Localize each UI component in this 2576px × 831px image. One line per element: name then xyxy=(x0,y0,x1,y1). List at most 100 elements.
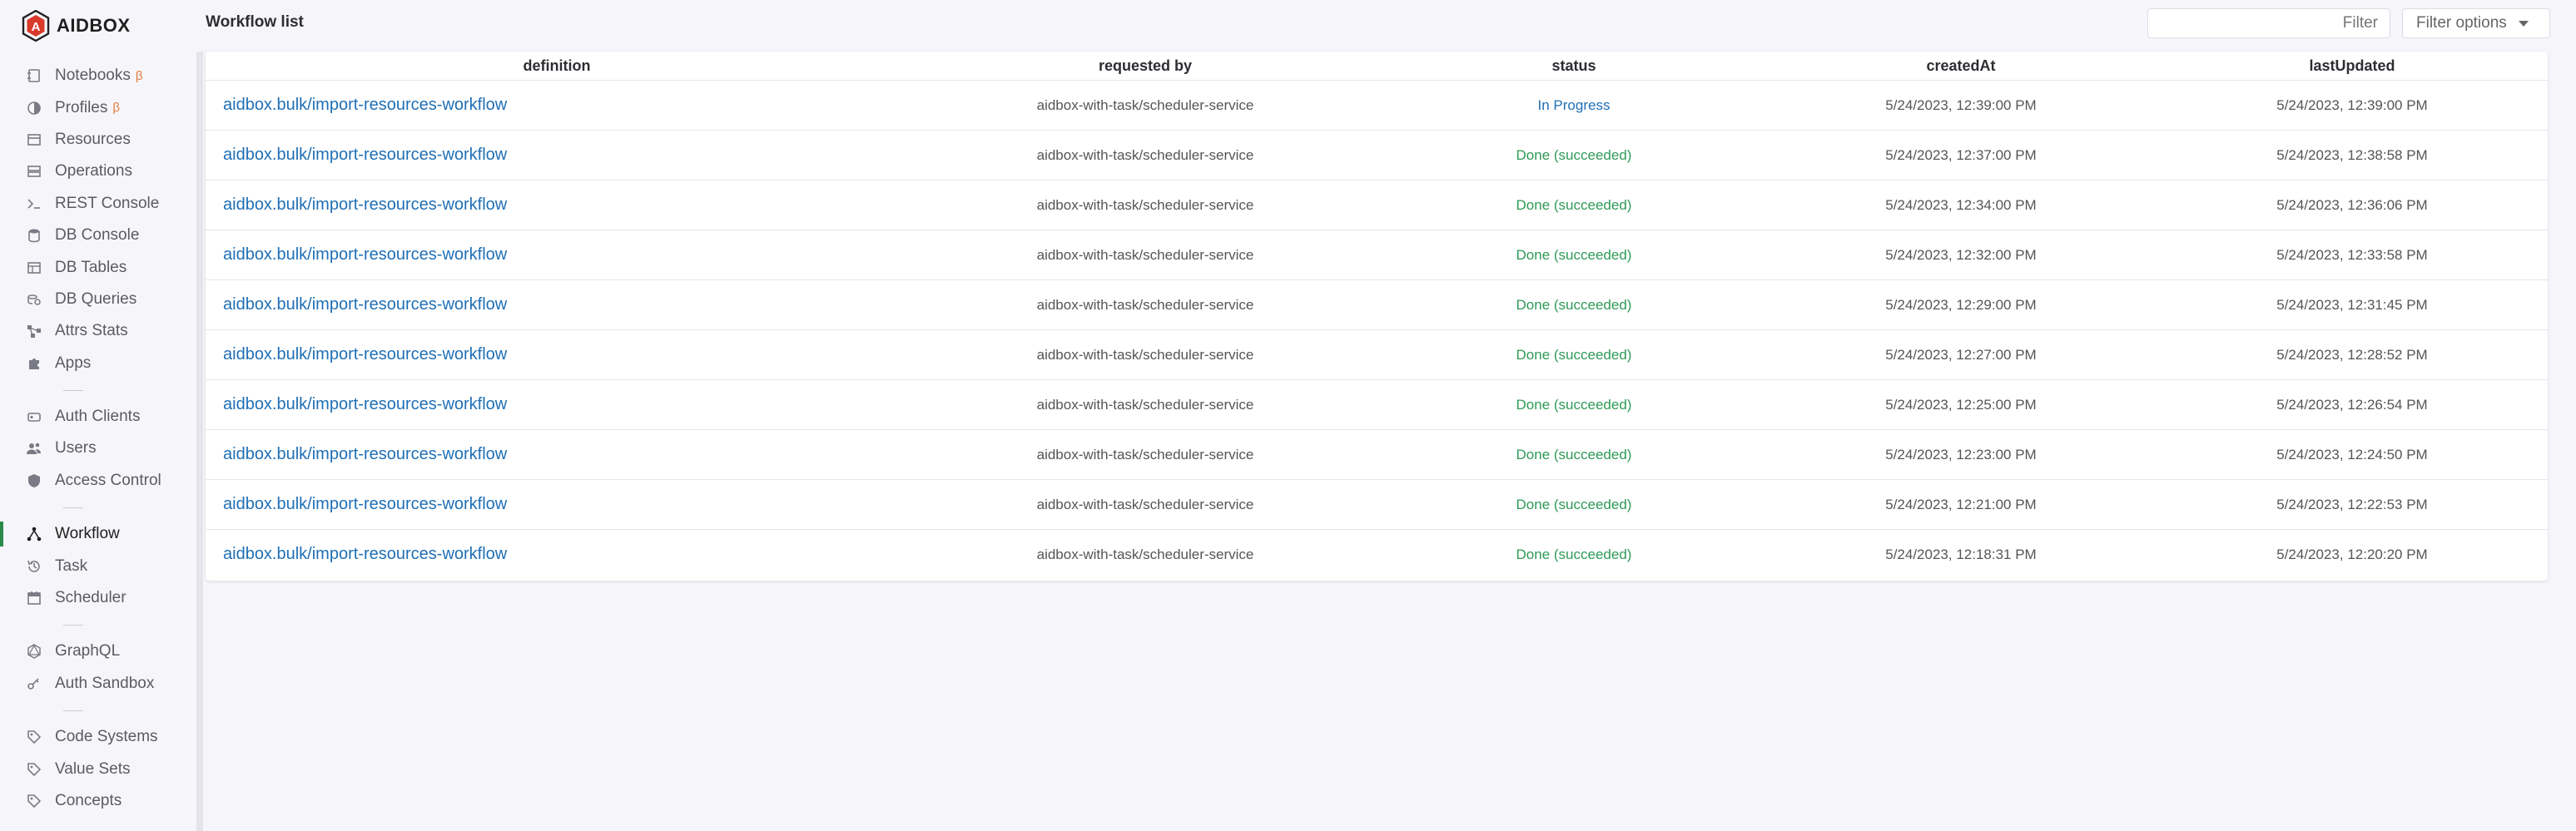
sidebar-item-profiles[interactable]: Profiles β xyxy=(0,92,196,123)
requested-by-cell: aidbox-with-task/scheduler-service xyxy=(908,479,1382,530)
definition-cell: aidbox.bulk/import-resources-workflow xyxy=(206,130,908,181)
notebooks-icon xyxy=(25,67,43,85)
last-updated-cell: 5/24/2023, 12:28:52 PM xyxy=(2157,329,2548,380)
created-at-cell: 5/24/2023, 12:34:00 PM xyxy=(1765,180,2157,230)
table-row[interactable]: aidbox.bulk/import-resources-workflow aid… xyxy=(206,530,2548,580)
column-header-created-at[interactable]: createdAt xyxy=(1765,52,2157,81)
sidebar-item-db-queries[interactable]: DB Queries xyxy=(0,284,196,315)
sidebar-item-code-systems[interactable]: Code Systems xyxy=(0,721,196,753)
workflow-definition-link[interactable]: aidbox.bulk/import-resources-workflow xyxy=(223,195,507,214)
sidebar-item-label: Workflow xyxy=(55,525,120,543)
requested-by-cell: aidbox-with-task/scheduler-service xyxy=(908,429,1382,480)
workflow-definition-link[interactable]: aidbox.bulk/import-resources-workflow xyxy=(223,245,507,264)
operations-icon xyxy=(25,162,43,181)
workflow-definition-link[interactable]: aidbox.bulk/import-resources-workflow xyxy=(223,445,507,463)
sidebar-item-scheduler[interactable]: Scheduler xyxy=(0,582,196,614)
sidebar-item-resources[interactable]: Resources xyxy=(0,124,196,156)
definition-cell: aidbox.bulk/import-resources-workflow xyxy=(206,329,908,380)
last-updated-cell: 5/24/2023, 12:31:45 PM xyxy=(2157,279,2548,330)
tag-icon xyxy=(25,792,43,810)
sidebar-nav: Notebooks β Profiles β Resources Operations RE… xyxy=(0,60,196,817)
requested-by-cell: aidbox-with-task/scheduler-service xyxy=(908,180,1382,230)
workflow-definition-link[interactable]: aidbox.bulk/import-resources-workflow xyxy=(223,395,507,413)
users-icon xyxy=(25,439,43,458)
sidebar-item-value-sets[interactable]: Value Sets xyxy=(0,753,196,784)
workflow-definition-link[interactable]: aidbox.bulk/import-resources-workflow xyxy=(223,495,507,513)
terminal-icon xyxy=(25,195,43,213)
sidebar-item-attrs-stats[interactable]: Attrs Stats xyxy=(0,315,196,347)
sidebar-item-db-console[interactable]: DB Console xyxy=(0,220,196,251)
status-cell: Done (succeeded) xyxy=(1382,180,1765,230)
sidebar-item-access-control[interactable]: Access Control xyxy=(0,465,196,497)
workflow-definition-link[interactable]: aidbox.bulk/import-resources-workflow xyxy=(223,295,507,314)
sidebar-item-label: Scheduler xyxy=(55,589,127,607)
status-cell: Done (succeeded) xyxy=(1382,530,1765,580)
requested-by-cell: aidbox-with-task/scheduler-service xyxy=(1036,546,1254,562)
sidebar-item-users[interactable]: Users xyxy=(0,433,196,464)
sidebar-item-auth-clients[interactable]: Auth Clients xyxy=(0,401,196,433)
sidebar-item-task[interactable]: Task xyxy=(0,550,196,581)
created-at-cell: 5/24/2023, 12:23:00 PM xyxy=(1765,429,2157,480)
table-row[interactable]: aidbox.bulk/import-resources-workflow aid… xyxy=(206,329,2548,380)
sidebar-item-auth-sandbox[interactable]: Auth Sandbox xyxy=(0,668,196,700)
puzzle-icon xyxy=(25,354,43,373)
table-row[interactable]: aidbox.bulk/import-resources-workflow aid… xyxy=(206,479,2548,530)
table-header-row: definition requested by status createdAt… xyxy=(206,52,2548,81)
workflow-definition-link[interactable]: aidbox.bulk/import-resources-workflow xyxy=(223,345,507,364)
sidebar-item-label: Concepts xyxy=(55,792,122,809)
column-header-last-updated[interactable]: lastUpdated xyxy=(2157,52,2548,81)
sidebar-item-workflow[interactable]: Workflow xyxy=(0,518,196,550)
column-header-definition[interactable]: definition xyxy=(206,52,908,81)
last-updated-cell: 5/24/2023, 12:39:00 PM xyxy=(2157,80,2548,131)
svg-text:A: A xyxy=(32,20,41,34)
history-icon xyxy=(25,557,43,576)
app-name: AIDBOX xyxy=(57,15,131,36)
table-row[interactable]: aidbox.bulk/import-resources-workflow aid… xyxy=(206,180,2548,230)
requested-by-cell: aidbox-with-task/scheduler-service xyxy=(908,130,1382,181)
status-cell: Done (succeeded) xyxy=(1382,479,1765,530)
sidebar-item-label: Apps xyxy=(55,354,92,372)
created-at-cell: 5/24/2023, 12:37:00 PM xyxy=(1765,130,2157,181)
aidbox-logo[interactable]: A AIDBOX xyxy=(22,8,131,43)
table-row[interactable]: aidbox.bulk/import-resources-workflow aid… xyxy=(206,379,2548,430)
status-cell: Done (succeeded) xyxy=(1382,429,1765,480)
workflow-icon xyxy=(25,525,43,543)
sidebar-item-graphql[interactable]: GraphQL xyxy=(0,636,196,667)
sidebar-item-db-tables[interactable]: DB Tables xyxy=(0,251,196,283)
workflow-definition-link[interactable]: aidbox.bulk/import-resources-workflow xyxy=(223,545,507,563)
requested-by-cell: aidbox-with-task/scheduler-service xyxy=(908,80,1382,131)
workflow-definition-link[interactable]: aidbox.bulk/import-resources-workflow xyxy=(223,96,507,114)
status-badge: In Progress xyxy=(1537,96,1611,113)
sidebar-scrollbar[interactable] xyxy=(196,52,203,831)
stats-icon xyxy=(25,322,43,340)
column-header-status[interactable]: status xyxy=(1382,52,1765,81)
filter-input[interactable] xyxy=(2147,8,2390,38)
clients-icon xyxy=(25,408,43,426)
table-row[interactable]: aidbox.bulk/import-resources-workflow aid… xyxy=(206,429,2548,480)
sidebar-item-label: Access Control xyxy=(55,471,161,489)
definition-cell: aidbox.bulk/import-resources-workflow xyxy=(206,379,908,430)
definition-cell: aidbox.bulk/import-resources-workflow xyxy=(206,180,908,230)
status-cell: Done (succeeded) xyxy=(1382,379,1765,430)
definition-cell: aidbox.bulk/import-resources-workflow xyxy=(206,479,908,530)
sidebar-separator xyxy=(0,700,196,721)
filter-options-dropdown[interactable]: Filter options xyxy=(2402,8,2550,38)
table-row[interactable]: aidbox.bulk/import-resources-workflow aid… xyxy=(206,279,2548,330)
status-badge: Done (succeeded) xyxy=(1516,146,1632,163)
sidebar-item-operations[interactable]: Operations xyxy=(0,156,196,187)
tag-icon xyxy=(25,728,43,746)
sidebar-item-rest-console[interactable]: REST Console xyxy=(0,188,196,220)
sidebar-item-apps[interactable]: Apps xyxy=(0,348,196,379)
sidebar-separator xyxy=(0,379,196,401)
queries-icon xyxy=(25,290,43,309)
workflow-definition-link[interactable]: aidbox.bulk/import-resources-workflow xyxy=(223,146,507,164)
table-row[interactable]: aidbox.bulk/import-resources-workflow aid… xyxy=(206,80,2548,131)
table-row[interactable]: aidbox.bulk/import-resources-workflow aid… xyxy=(206,130,2548,181)
column-header-requested-by[interactable]: requested by xyxy=(908,52,1382,81)
table-row[interactable]: aidbox.bulk/import-resources-workflow aid… xyxy=(206,230,2548,280)
sidebar-item-label: DB Console xyxy=(55,226,140,245)
definition-cell: aidbox.bulk/import-resources-workflow xyxy=(206,429,908,480)
sidebar-item-notebooks[interactable]: Notebooks β xyxy=(0,60,196,92)
sidebar-item-concepts[interactable]: Concepts xyxy=(0,785,196,817)
sidebar-item-label: Task xyxy=(55,556,88,575)
